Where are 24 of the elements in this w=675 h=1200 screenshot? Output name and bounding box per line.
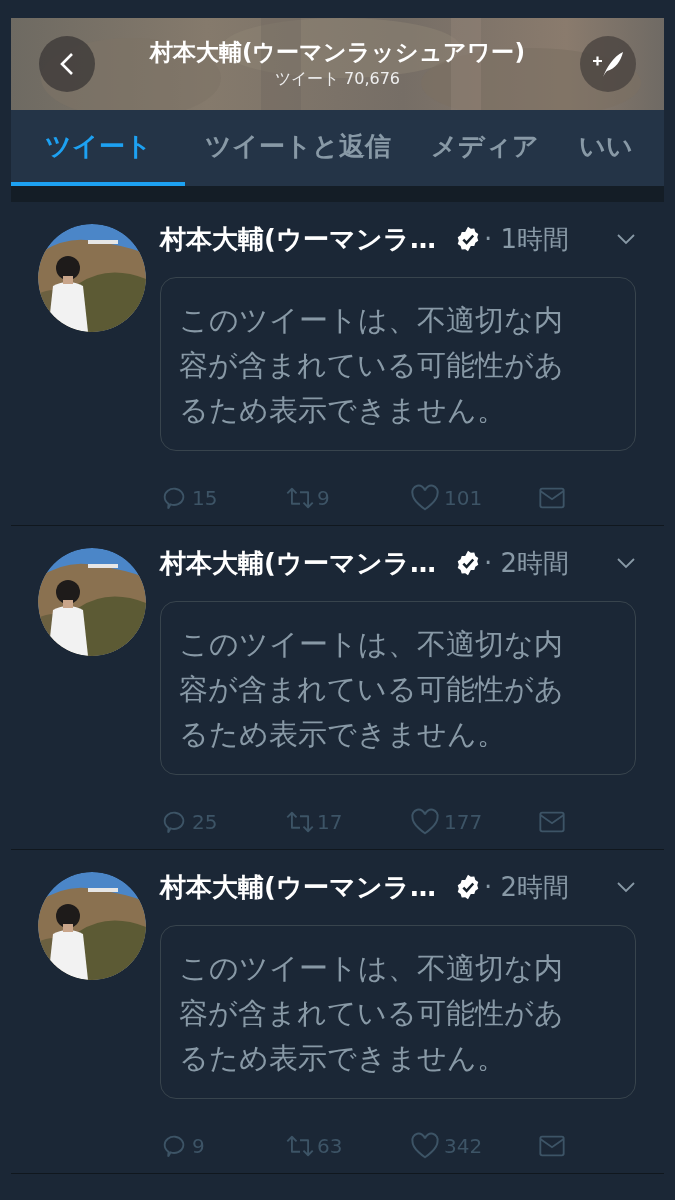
author-name[interactable]: 村本大輔(ウーマンラ… — [160, 219, 436, 259]
mail-icon[interactable] — [538, 1133, 566, 1159]
heart-icon[interactable] — [410, 808, 440, 836]
author-name[interactable]: 村本大輔(ウーマンラ… — [160, 543, 436, 583]
tweet-count: ツイート 70,676 — [274, 68, 401, 90]
mail-icon[interactable] — [538, 485, 566, 511]
tab[interactable]: いい — [559, 110, 653, 186]
tab[interactable]: メディア — [411, 110, 559, 186]
back-icon — [60, 52, 74, 76]
tweet-time: · 2時間 — [483, 870, 569, 904]
chevron-down-icon[interactable] — [616, 233, 636, 245]
tab[interactable]: ツイートと返信 — [185, 110, 411, 186]
withheld-notice: このツイートは、不適切な内容が含まれている可能性があるため表示できません。 — [179, 950, 565, 1077]
chevron-down-icon[interactable] — [616, 881, 636, 893]
profile-name: 村本大輔(ウーマンラッシュアワー) — [150, 38, 525, 67]
chevron-down-icon[interactable] — [616, 557, 636, 569]
tweet-time: · 1時間 — [483, 222, 569, 256]
author-name[interactable]: 村本大輔(ウーマンラ… — [160, 867, 436, 907]
withheld-notice: このツイートは、不適切な内容が含まれている可能性があるため表示できません。 — [179, 626, 565, 753]
withheld-notice: このツイートは、不適切な内容が含まれている可能性があるため表示できません。 — [179, 302, 565, 429]
heart-icon[interactable] — [410, 484, 440, 512]
heart-icon[interactable] — [410, 1132, 440, 1160]
mail-icon[interactable] — [538, 809, 566, 835]
tweet-time: · 2時間 — [483, 546, 569, 580]
